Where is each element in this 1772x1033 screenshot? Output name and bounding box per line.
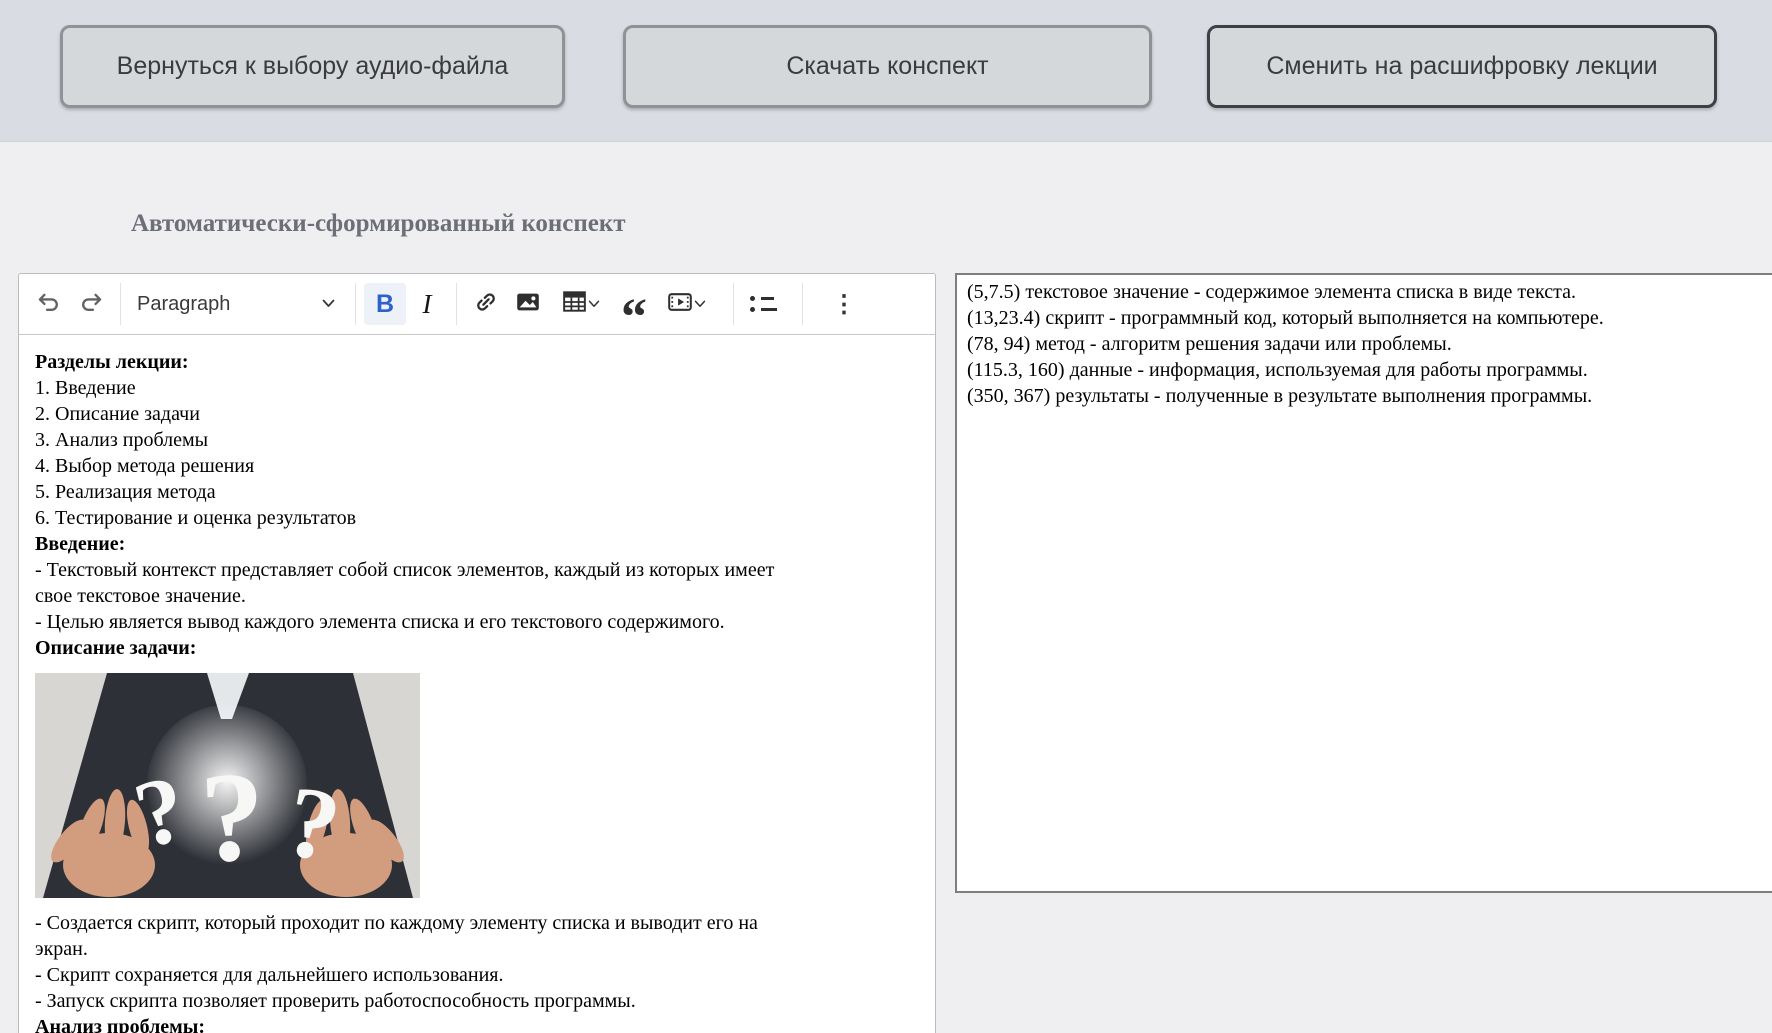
topbar: Вернуться к выбору аудио-файла Скачать к… xyxy=(0,0,1772,142)
content-line: - Скрипт сохраняется для дальнейшего исп… xyxy=(35,964,504,986)
toolbar-separator xyxy=(120,283,121,325)
chevron-down-icon xyxy=(588,295,600,313)
block-quote-button[interactable]: “ xyxy=(613,283,655,344)
chevron-down-icon xyxy=(322,295,335,313)
back-to-audio-select-button[interactable]: Вернуться к выбору аудио-файла xyxy=(60,25,565,108)
timestamp-line: (115.3, 160) данные - информация, исполь… xyxy=(967,359,1588,381)
content-line: 3. Анализ проблемы xyxy=(35,429,209,451)
link-icon xyxy=(474,290,498,319)
section-heading: Введение: xyxy=(35,533,126,555)
toolbar-separator xyxy=(355,283,356,325)
content-line: - Целью является вывод каждого элемента … xyxy=(35,611,725,633)
bold-button[interactable]: B xyxy=(364,283,406,325)
content-image-question-marks[interactable]: ? ? ? xyxy=(35,673,420,898)
page: Вернуться к выбору аудио-файла Скачать к… xyxy=(0,0,1772,1033)
timestamp-line: (13,23.4) скрипт - программный код, кото… xyxy=(967,307,1604,329)
content-line: 1. Введение xyxy=(35,377,136,399)
italic-button[interactable]: I xyxy=(406,283,448,325)
section-heading: Анализ проблемы: xyxy=(35,1016,206,1033)
timestamps-panel[interactable]: (5,7.5) текстовое значение - содержимое … xyxy=(955,273,1772,893)
editor-content[interactable]: Разделы лекции: 1. Введение 2. Описание за… xyxy=(19,335,935,1033)
undo-button[interactable] xyxy=(28,283,70,325)
link-button[interactable] xyxy=(465,283,507,325)
table-icon xyxy=(562,290,586,318)
content-line: - Запуск скрипта позволяет проверить раб… xyxy=(35,990,636,1012)
content-line: - Текстовый контекст представляет собой … xyxy=(35,559,775,581)
insert-table-button[interactable] xyxy=(549,283,613,325)
media-icon xyxy=(668,290,692,319)
content-line: свое текстовое значение. xyxy=(35,585,246,607)
undo-icon xyxy=(36,289,62,320)
timestamp-line: (78, 94) метод - алгоритм решения задачи… xyxy=(967,333,1452,355)
content-line: 5. Реализация метода xyxy=(35,481,216,503)
editor-toolbar: Paragraph B I “ ⋮ xyxy=(19,274,935,344)
insert-image-button[interactable] xyxy=(507,283,549,325)
page-title: Автоматически-сформированный конспект xyxy=(131,210,626,237)
switch-to-transcript-button[interactable]: Сменить на расшифровку лекции xyxy=(1207,25,1717,108)
toolbar-separator xyxy=(733,283,734,325)
content-line: - Создается скрипт, который проходит по … xyxy=(35,912,758,934)
toolbar-separator xyxy=(802,283,803,325)
redo-button[interactable] xyxy=(70,283,112,325)
toolbar-separator xyxy=(456,283,457,325)
download-notes-button[interactable]: Скачать конспект xyxy=(623,25,1152,108)
chevron-down-icon xyxy=(694,295,706,313)
paragraph-style-label: Paragraph xyxy=(137,292,231,315)
more-options-button[interactable]: ⋮ xyxy=(825,283,863,325)
insert-media-button[interactable] xyxy=(655,283,719,325)
timestamp-line: (350, 367) результаты - полученные в рез… xyxy=(967,385,1593,407)
section-heading: Разделы лекции: xyxy=(35,351,189,373)
content-line: 4. Выбор метода решения xyxy=(35,455,255,477)
content-line: 2. Описание задачи xyxy=(35,403,200,425)
svg-text:?: ? xyxy=(198,745,267,889)
redo-icon xyxy=(78,289,104,320)
content-line: 6. Тестирование и оценка результатов xyxy=(35,507,357,529)
notes-editor: Paragraph B I “ ⋮ Разделы лекции: 1. Вве… xyxy=(18,273,936,1033)
paragraph-style-dropdown[interactable]: Paragraph xyxy=(129,283,347,325)
content-line: экран. xyxy=(35,938,88,960)
timestamp-line: (5,7.5) текстовое значение - содержимое … xyxy=(967,281,1576,303)
section-heading: Описание задачи: xyxy=(35,637,197,659)
bulleted-list-icon xyxy=(749,296,777,312)
bulleted-list-button[interactable] xyxy=(742,283,784,325)
image-icon xyxy=(516,290,540,319)
